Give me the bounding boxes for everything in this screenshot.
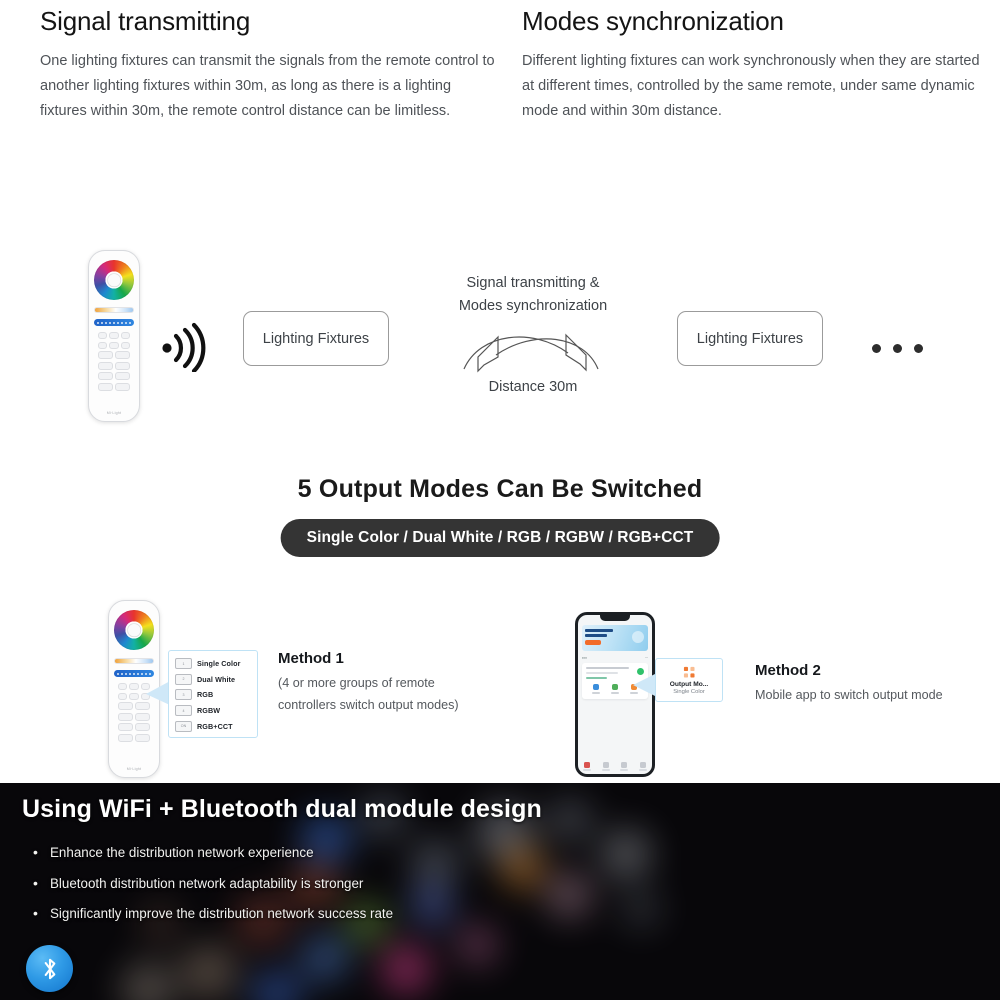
method-1-text: Method 1 (4 or more groups of remote con… <box>278 650 493 717</box>
method-2-description: Mobile app to switch output mode <box>755 688 943 702</box>
banner-bullet-list: Enhance the distribution network experie… <box>22 845 1000 922</box>
bidirectional-arrow-icon <box>420 325 646 377</box>
mode-label: Single Color <box>197 659 241 669</box>
signal-transmitting-body: One lighting fixtures can transmit the s… <box>40 53 495 119</box>
tab-profile[interactable] <box>638 761 647 771</box>
modes-synchronization-block: Modes synchronization Different lighting… <box>522 6 992 124</box>
bluetooth-glyph <box>44 958 55 979</box>
mode-label: RGBW <box>197 706 221 716</box>
diagram-center-caption: Signal transmitting & Modes synchronizat… <box>420 272 646 395</box>
list-item: ON RGB+CCT <box>175 718 253 734</box>
color-wheel-icon <box>114 610 154 650</box>
remote-brand-label: Mi·Light <box>106 411 122 415</box>
banner-heading: Using WiFi + Bluetooth dual module desig… <box>22 795 542 823</box>
list-item: Significantly improve the distribution n… <box>33 906 1000 922</box>
cct-gradient-bar <box>94 307 134 313</box>
output-modes-callout: 1 Single Color 2 Dual White 3 RGB 4 RGBW… <box>168 650 258 738</box>
continuation-dots-icon <box>872 344 923 353</box>
distance-label: Distance 30m <box>488 378 578 395</box>
tab-devices[interactable] <box>620 761 629 771</box>
list-item: 4 RGBW <box>175 703 253 719</box>
color-temp-icon[interactable] <box>610 683 619 694</box>
brightness-slider-bar <box>94 319 134 326</box>
mode-key-icon: 1 <box>175 658 192 670</box>
brightness-slider-bar <box>114 670 154 677</box>
tab-home[interactable] <box>583 761 592 771</box>
color-wheel-icon <box>94 260 134 300</box>
wifi-bluetooth-banner: Using WiFi + Bluetooth dual module desig… <box>0 783 1000 1000</box>
list-item: Enhance the distribution network experie… <box>33 845 1000 861</box>
method-1-title: Method 1 <box>278 650 344 667</box>
remote-control-illustration: Mi·Light <box>88 250 140 422</box>
mode-key-icon: 4 <box>175 705 192 717</box>
remote-keypad <box>94 332 134 393</box>
mode-label: RGB <box>197 690 214 700</box>
output-modes-pill: Single Color / Dual White / RGB / RGBW /… <box>280 519 720 557</box>
lighting-fixture-box-2: Lighting Fixtures <box>677 311 823 366</box>
caption-line-2: Modes synchronization <box>458 298 608 315</box>
modes-synchronization-body: Different lighting fixtures can work syn… <box>522 53 980 119</box>
phone-notch <box>600 615 630 621</box>
signal-transmitting-block: Signal transmitting One lighting fixture… <box>40 6 500 124</box>
lighting-fixture-box-1: Lighting Fixtures <box>243 311 389 366</box>
output-mode-callout-title: Output Mo... <box>669 680 709 688</box>
list-item: Bluetooth distribution network adaptabil… <box>33 876 1000 892</box>
bluetooth-icon <box>26 945 73 992</box>
mode-key-icon: 2 <box>175 673 192 685</box>
app-tab-bar <box>578 761 652 771</box>
tab-scenes[interactable] <box>601 761 610 771</box>
signal-transmitting-heading: Signal transmitting <box>40 6 251 36</box>
phone-callout-pointer-icon <box>633 673 657 697</box>
list-item: 2 Dual White <box>175 672 253 688</box>
banner-content: Using WiFi + Bluetooth dual module desig… <box>0 783 1000 922</box>
mode-label: Dual White <box>197 674 236 684</box>
list-item: 3 RGB <box>175 687 253 703</box>
cct-gradient-bar <box>114 658 154 664</box>
wireless-signal-icon <box>162 322 206 372</box>
method-2-text: Method 2 Mobile app to switch output mod… <box>755 662 995 706</box>
method-1-description: (4 or more groups of remote controllers … <box>278 676 459 713</box>
method-2-title: Method 2 <box>755 662 821 679</box>
caption-line-1: Signal transmitting & <box>466 275 600 291</box>
output-mode-grid-icon <box>683 666 695 678</box>
output-mode-callout-value: Single Color <box>673 688 705 695</box>
output-modes-title: 5 Output Modes Can Be Switched <box>297 475 703 503</box>
remote-brand-label: Mi·Light <box>126 767 142 771</box>
app-section-header: ▪▪▪▪ ⋯ <box>582 656 648 660</box>
product-feature-page: Signal transmitting One lighting fixture… <box>0 0 1000 1000</box>
brightness-icon[interactable] <box>591 683 600 694</box>
mode-key-icon: 3 <box>175 689 192 701</box>
modes-synchronization-heading: Modes synchronization <box>522 6 784 36</box>
app-promo-banner <box>582 625 648 651</box>
mode-label: RGB+CCT <box>197 721 233 731</box>
mode-key-icon: ON <box>175 720 192 732</box>
output-mode-callout: Output Mo... Single Color <box>655 658 723 702</box>
list-item: 1 Single Color <box>175 656 253 672</box>
